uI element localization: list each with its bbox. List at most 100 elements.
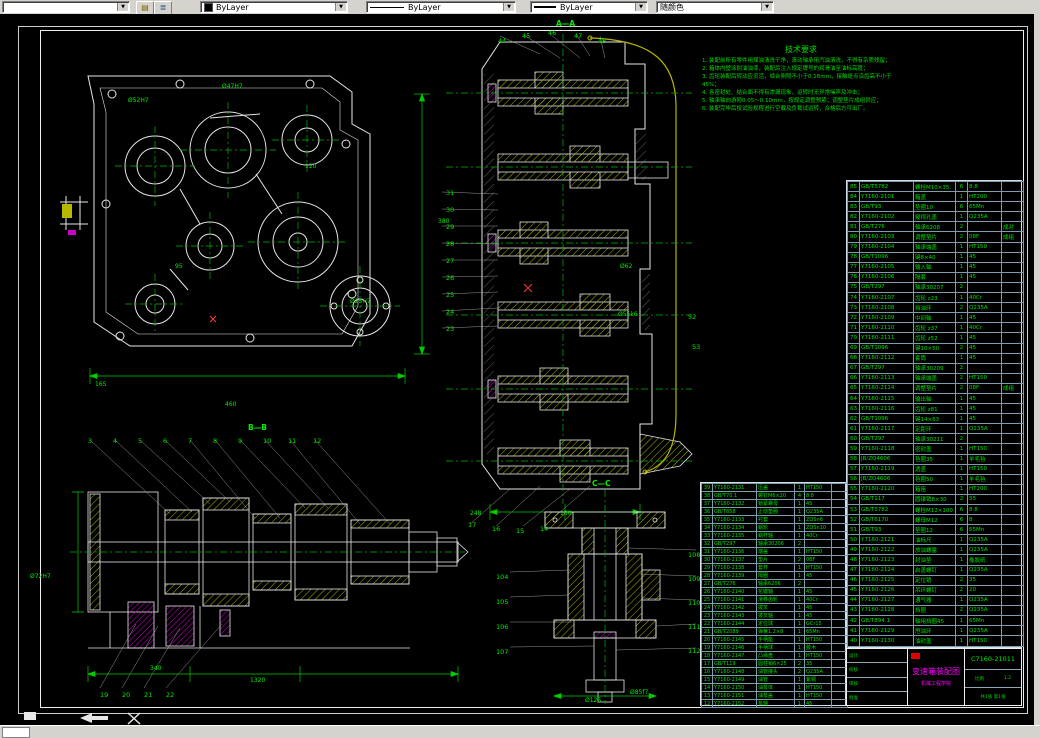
- bom-cell: [1001, 503, 1024, 516]
- bom-cell: 1: [955, 392, 968, 405]
- bom-cell: GB/T276: [859, 221, 914, 233]
- dim-label: Ø62: [620, 263, 633, 270]
- bom-cell: 36: [701, 507, 713, 516]
- bom-cell: [804, 539, 832, 548]
- bom-cell: 8.8: [967, 503, 1002, 516]
- bom-cell: 80: [847, 231, 860, 243]
- bom-cell: GB/T119: [712, 659, 757, 668]
- bom-cell: 08F: [967, 231, 1002, 243]
- bom-cell: 60: [847, 433, 860, 445]
- bom-cell: 1: [794, 563, 805, 572]
- bom-cell: 羊毛毡: [967, 453, 1002, 465]
- linetype-dropdown[interactable]: ByLayer ▼: [366, 1, 516, 13]
- balloon-label: 105: [496, 598, 509, 606]
- bom-cell: 68: [847, 352, 860, 364]
- chevron-down-icon[interactable]: ▼: [335, 3, 346, 11]
- bom-cell: 定位销: [913, 574, 956, 586]
- bom-cell: 82: [847, 211, 860, 223]
- balloon-label: 110: [688, 599, 701, 607]
- bom-cell: 1: [794, 523, 805, 532]
- bom-cell: [831, 635, 848, 644]
- bom-cell: 密封盖: [913, 443, 956, 455]
- bom-cell: GB/T6170: [859, 514, 914, 526]
- chevron-down-icon[interactable]: ▼: [635, 3, 646, 11]
- bom-cell: 45: [804, 571, 832, 580]
- notes-title: 技术要求: [785, 45, 817, 54]
- make-object-layer-button[interactable]: ▤: [136, 1, 154, 15]
- lineweight-dropdown[interactable]: ByLayer ▼: [530, 1, 648, 13]
- chevron-down-icon[interactable]: ▼: [117, 3, 128, 11]
- bom-cell: [831, 627, 848, 636]
- bom-cell: [967, 433, 1002, 445]
- balloon-label: 29: [446, 223, 455, 231]
- drawing-canvas[interactable]: 技术要求 1. 装配前所有零件用煤油清洗干净，滚动轴承用汽油清洗，不得有杂质残留…: [0, 14, 1034, 726]
- plotstyle-dropdown[interactable]: 随颜色 ▼: [656, 1, 774, 13]
- bom-cell: [1001, 473, 1024, 485]
- section-label: C—C: [592, 479, 611, 488]
- bom-cell: Y7160-2148: [712, 667, 757, 676]
- bom-cell: 16: [701, 667, 713, 676]
- bom-cell: 45: [967, 352, 1002, 364]
- bom-cell: 键14×63: [913, 413, 956, 425]
- company-name: 机械工程学院: [920, 680, 951, 687]
- bom-cell: Y7160-2132: [712, 499, 757, 508]
- layer-previous-button[interactable]: ≣: [154, 1, 172, 15]
- bom-cell: GB/T858: [712, 507, 757, 516]
- bom-cell: [831, 563, 848, 572]
- bom-cell: 油管: [756, 675, 795, 684]
- bom-cell: 1: [794, 587, 805, 596]
- chevron-down-icon[interactable]: ▼: [503, 3, 514, 11]
- bom-cell: 45: [804, 587, 832, 596]
- bom-cell: 手柄球: [756, 643, 795, 652]
- bom-row: 42 GB/T894.1 轴用挡圈45 1 65Mn: [847, 615, 1024, 627]
- bom-cell: [804, 579, 832, 588]
- bom-cell: 76: [847, 271, 860, 283]
- bom-cell: Y7160-2109: [859, 312, 914, 324]
- layer-dropdown[interactable]: ▼: [2, 1, 130, 13]
- bom-cell: 77: [847, 261, 860, 273]
- color-dropdown[interactable]: ByLayer ▼: [200, 1, 348, 13]
- technical-notes: 技术要求 1. 装配前所有零件用煤油清洗干净，滚动轴承用汽油清洗，不得有杂质残留…: [702, 44, 900, 114]
- bom-row: 51 GB/T93 垫圈12 6 65Mn: [847, 524, 1024, 536]
- bom-cell: [1001, 241, 1024, 253]
- drawing-title: 变速箱装配图: [912, 667, 960, 677]
- bom-cell: 1: [955, 594, 968, 606]
- bom-cell: Q235A: [804, 507, 832, 516]
- bom-cell: 39: [701, 483, 713, 492]
- bom-cell: 泵轴: [756, 699, 795, 708]
- dim-label: Ø85f7: [630, 689, 649, 696]
- bom-cell: Y7160-2130: [859, 635, 914, 647]
- bom-cell: Y7160-2150: [712, 683, 757, 692]
- bom-cell: 止动垫圈: [756, 507, 795, 516]
- bom-cell: HT150: [967, 443, 1002, 455]
- bom-cell: 1: [794, 507, 805, 516]
- bom-row: 49 Y7160-2122 放油螺塞 1 Q235A: [847, 544, 1024, 556]
- bom-cell: HT150: [967, 372, 1002, 384]
- balloon-label: 47: [574, 32, 583, 40]
- bom-cell: 1: [794, 483, 805, 492]
- bom-cell: [1001, 463, 1024, 475]
- bom-cell: [1001, 413, 1024, 425]
- chevron-down-icon[interactable]: ▼: [761, 3, 772, 11]
- bom-cell: 14: [701, 683, 713, 692]
- balloon-label: 14: [540, 525, 549, 533]
- bom-cell: 20: [967, 584, 1002, 596]
- lineweight-sample: [534, 6, 556, 8]
- bom-cell: Y7160-2151: [712, 691, 757, 700]
- bom-cell: [1001, 180, 1024, 193]
- balloon-label: 31: [446, 189, 455, 197]
- command-input[interactable]: [2, 727, 30, 738]
- bom-cell: 1: [955, 352, 968, 364]
- bom-cell: 51: [847, 524, 860, 536]
- bom-row: 72 Y7160-2109 中间轴 1 45: [847, 312, 1024, 324]
- bom-cell: GB/T1096: [859, 413, 914, 425]
- bom-cell: 13: [701, 691, 713, 700]
- bom-cell: [831, 619, 848, 628]
- color-value: ByLayer: [216, 2, 249, 12]
- bom-cell: 57: [847, 463, 860, 475]
- bom-cell: 挡油环: [913, 302, 956, 314]
- sign-label: 审核: [847, 678, 907, 692]
- dim-label: Ø55k6: [618, 311, 638, 318]
- bom-cell: 螺栓M10×35: [913, 180, 956, 193]
- bom-cell: 08F: [967, 382, 1002, 394]
